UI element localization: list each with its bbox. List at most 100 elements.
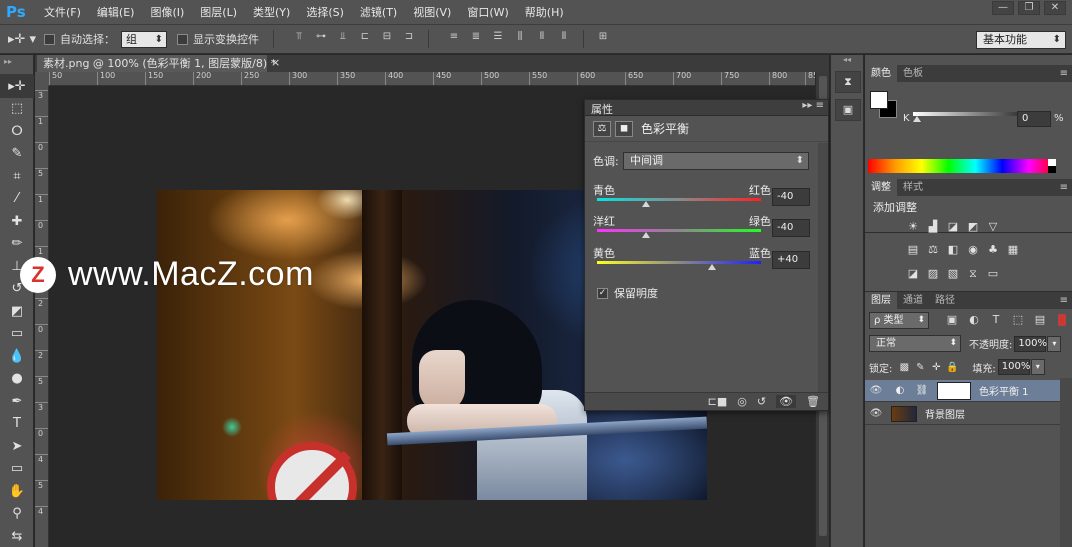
hue-saturation-icon[interactable]: ▤ [905,242,921,258]
healing-brush-tool-icon[interactable]: ✚ [0,210,34,233]
gradient-tool-icon[interactable]: ▭ [0,323,34,346]
eye-icon[interactable]: 👁 [865,408,887,419]
k-channel-thumb[interactable] [913,116,921,122]
crop-tool-icon[interactable]: ⌗ [0,165,34,188]
opacity-arrow-icon[interactable]: ▾ [1047,335,1062,352]
magenta-green-track[interactable] [597,229,761,232]
cyan-red-thumb[interactable] [642,201,651,207]
align-right-icon[interactable]: ⊐ [398,31,420,47]
cyan-red-value[interactable]: -40 [772,188,810,206]
panel-menu-icon[interactable]: ≡ [1060,65,1068,82]
filter-smart-object-icon[interactable]: ▤ [1033,313,1047,326]
menu-type[interactable]: 类型(Y) [245,4,298,20]
clip-to-layer-icon[interactable]: ⊏■ [708,395,728,408]
selective-color-icon[interactable]: ⧖ [965,266,981,282]
tab-color[interactable]: 颜色 [865,65,897,82]
distribute-vcenter-icon[interactable]: ≣ [465,31,487,47]
black-white-icon[interactable]: ◧ [945,242,961,258]
panel-menu-icon[interactable]: ▸▸ ≡ [802,100,824,111]
align-top-icon[interactable]: ⫪ [288,31,310,47]
zoom-tool-icon[interactable]: ⚲ [0,503,34,526]
lock-position-icon[interactable]: ✛ [928,362,944,373]
filter-toggle-icon[interactable] [1058,314,1066,326]
menu-file[interactable]: 文件(F) [36,4,89,20]
workspace-dropdown[interactable]: 基本功能 [976,31,1066,49]
menu-edit[interactable]: 编辑(E) [89,4,143,20]
k-channel-value[interactable]: 0 [1017,111,1051,127]
tab-paths[interactable]: 路径 [929,292,961,309]
horizontal-ruler[interactable]: 50 100 150 200 250 300 350 400 450 500 5… [49,72,817,86]
minimize-button[interactable]: — [992,1,1014,15]
tools-panel-grip[interactable]: ▸▸ [0,55,33,75]
exposure-icon[interactable]: ◩ [965,219,981,235]
layer-thumbnail[interactable] [891,405,917,422]
preserve-luminosity-checkbox[interactable]: ✓ [597,287,608,299]
layer-mask-thumbnail[interactable] [937,381,971,400]
dodge-tool-icon[interactable]: ● [0,368,34,391]
menu-layer[interactable]: 图层(L) [192,4,245,20]
brightness-contrast-icon[interactable]: ☀ [905,219,921,235]
magenta-green-thumb[interactable] [642,232,651,238]
type-tool-icon[interactable]: T [0,413,34,436]
levels-icon[interactable]: ▟ [925,219,941,235]
move-tool-icon[interactable]: ▸✛ ▾ [0,32,44,47]
align-left-icon[interactable]: ⊏ [354,31,376,47]
close-button[interactable]: ✕ [1044,1,1066,15]
trash-icon[interactable]: 🗑 [806,395,820,408]
chain-link-icon[interactable]: ⛓ [913,383,931,399]
color-swap-icon[interactable]: ⇆ [0,525,34,547]
auto-select-dropdown[interactable]: 组 [121,30,167,48]
history-panel-icon[interactable]: ⧗ [835,71,861,93]
visibility-icon[interactable]: 👁 [776,395,797,408]
blend-mode-dropdown[interactable]: 正常 [869,335,961,352]
distribute-bottom-icon[interactable]: ☰ [487,31,509,47]
lock-transparent-icon[interactable]: ▩ [896,362,912,373]
eraser-tool-icon[interactable]: ◩ [0,300,34,323]
show-transform-checkbox[interactable] [177,33,188,45]
filter-type-icon[interactable]: T [989,313,1003,326]
fill-arrow-icon[interactable]: ▾ [1030,359,1045,375]
lock-pixels-icon[interactable]: ✎ [912,362,928,373]
auto-align-icon[interactable]: ⊞ [592,31,614,47]
menu-help[interactable]: 帮助(H) [517,4,572,20]
menu-image[interactable]: 图像(I) [142,4,192,20]
align-vcenter-icon[interactable]: ⊶ [310,31,332,47]
layer-row-color-balance[interactable]: 👁 ◐ ⛓ 色彩平衡 1 [865,380,1060,402]
menu-view[interactable]: 视图(V) [405,4,459,20]
filter-adjustment-icon[interactable]: ◐ [967,313,981,326]
strip-grip[interactable]: ◂◂ [831,55,863,65]
marquee-tool-icon[interactable]: ⬚ [0,98,34,121]
brush-tool-icon[interactable]: ✏ [0,233,34,256]
menu-window[interactable]: 窗口(W) [459,4,516,20]
distribute-right-icon[interactable]: ⫴ [553,31,575,47]
distribute-top-icon[interactable]: ≡ [443,31,465,47]
close-tab-icon[interactable]: × [271,56,280,69]
properties-panel-header[interactable]: 属性 ▸▸ ≡ [585,100,828,116]
lock-all-icon[interactable]: 🔒 [944,362,960,373]
vibrance-icon[interactable]: ▽ [985,219,1001,235]
hand-tool-icon[interactable]: ✋ [0,480,34,503]
menu-filter[interactable]: 滤镜(T) [352,4,405,20]
shape-tool-icon[interactable]: ▭ [0,458,34,481]
blur-tool-icon[interactable]: 💧 [0,345,34,368]
layer-filter-dropdown[interactable]: ρ 类型 [869,312,929,329]
gradient-map-icon[interactable]: ▭ [985,266,1001,282]
distribute-hcenter-icon[interactable]: ⦀ [531,31,553,47]
layers-scrollbar[interactable] [1060,378,1072,547]
yellow-blue-track[interactable] [597,261,761,264]
tab-adjustments[interactable]: 调整 [865,179,897,196]
eyedropper-tool-icon[interactable]: ⁄ [0,188,34,211]
curves-icon[interactable]: ◪ [945,219,961,235]
align-bottom-icon[interactable]: ⫫ [332,31,354,47]
move-tool-icon[interactable]: ▸✛ [0,75,34,98]
tab-layers[interactable]: 图层 [865,292,897,309]
quick-select-tool-icon[interactable]: ✎ [0,143,34,166]
lasso-tool-icon[interactable]: ⵔ [0,120,34,143]
tab-styles[interactable]: 样式 [897,179,929,196]
tab-swatches[interactable]: 色板 [897,65,929,82]
opacity-field[interactable]: 100% [1014,335,1047,352]
magenta-green-value[interactable]: -40 [772,219,810,237]
properties-panel-icon[interactable]: ▣ [835,99,861,121]
cyan-red-track[interactable] [597,198,761,201]
yellow-blue-value[interactable]: +40 [772,251,810,269]
